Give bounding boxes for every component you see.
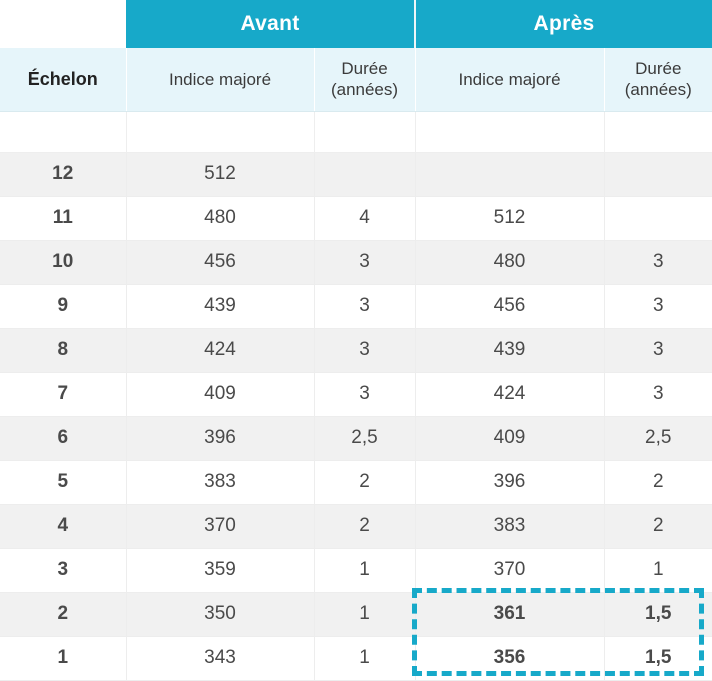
cell-indice-majore-apres: 512 (415, 196, 605, 241)
cell-echelon: 7 (0, 372, 127, 417)
table-row: 4 370 2 383 2 (0, 504, 712, 549)
table-row: 10 456 3 480 3 (0, 240, 712, 285)
cell-indice-majore-avant: 350 (126, 592, 315, 637)
table-row: 7 409 3 424 3 (0, 372, 712, 417)
cell-echelon: 1 (0, 636, 127, 681)
column-header-indice-majore-apres: Indice majoré (415, 48, 605, 112)
cell-duree-apres: 1 (604, 548, 712, 593)
group-header-row: Avant Après (0, 0, 712, 48)
cell-indice-majore-avant: 343 (126, 636, 315, 681)
table-row: 11 480 4 512 (0, 196, 712, 241)
cell-indice-majore-avant: 480 (126, 196, 315, 241)
column-header-row: Échelon Indice majoré Durée (années) Ind… (0, 48, 712, 112)
cell-indice-majore-avant: 409 (126, 372, 315, 417)
cell-duree-avant (314, 152, 416, 197)
spacer-cell-indice-apres (415, 111, 605, 153)
table-body: 12 512 11 480 4 512 10 456 3 480 3 9 439 3 456 3 8 424 3 43… (0, 111, 712, 681)
table-row: 5 383 2 396 2 (0, 460, 712, 505)
column-header-duree-avant: Durée (années) (314, 48, 416, 112)
cell-echelon: 6 (0, 416, 127, 461)
cell-echelon: 12 (0, 152, 127, 197)
cell-indice-majore-apres: 456 (415, 284, 605, 329)
table-row: 8 424 3 439 3 (0, 328, 712, 373)
table-row: 12 512 (0, 152, 712, 197)
column-header-indice-majore-avant: Indice majoré (126, 48, 315, 112)
column-header-echelon: Échelon (0, 48, 127, 112)
cell-indice-majore-apres (415, 152, 605, 197)
cell-indice-majore-avant: 359 (126, 548, 315, 593)
cell-duree-avant: 3 (314, 328, 416, 373)
column-header-duree-apres-line1: Durée (635, 59, 682, 78)
cell-echelon: 4 (0, 504, 127, 549)
table-row: 6 396 2,5 409 2,5 (0, 416, 712, 461)
cell-duree-apres: 3 (604, 372, 712, 417)
cell-indice-majore-apres: 370 (415, 548, 605, 593)
cell-duree-apres (604, 196, 712, 241)
cell-indice-majore-avant: 512 (126, 152, 315, 197)
comparison-table-container: Avant Après Échelon Indice majoré Durée … (0, 0, 712, 681)
cell-duree-apres: 3 (604, 328, 712, 373)
group-header-apres: Après (414, 0, 712, 48)
cell-indice-majore-avant: 370 (126, 504, 315, 549)
cell-indice-majore-apres: 439 (415, 328, 605, 373)
cell-duree-apres: 3 (604, 284, 712, 329)
spacer-cell-indice-avant (126, 111, 315, 153)
cell-duree-apres: 2 (604, 504, 712, 549)
cell-echelon: 5 (0, 460, 127, 505)
cell-indice-majore-apres: 361 (415, 592, 605, 637)
table-row: 1 343 1 356 1,5 (0, 636, 712, 681)
group-header-blank-cell (0, 0, 126, 48)
spacer-cell-echelon (0, 111, 127, 153)
cell-indice-majore-avant: 424 (126, 328, 315, 373)
cell-duree-apres: 2,5 (604, 416, 712, 461)
cell-duree-avant: 3 (314, 372, 416, 417)
echelon-comparison-table: Avant Après Échelon Indice majoré Durée … (0, 0, 712, 681)
column-header-duree-avant-line2: (années) (330, 80, 399, 100)
cell-duree-avant: 2,5 (314, 416, 416, 461)
table-header: Avant Après Échelon Indice majoré Durée … (0, 0, 712, 112)
cell-duree-avant: 1 (314, 548, 416, 593)
cell-duree-avant: 2 (314, 460, 416, 505)
cell-indice-majore-avant: 383 (126, 460, 315, 505)
cell-indice-majore-avant: 396 (126, 416, 315, 461)
cell-duree-apres: 2 (604, 460, 712, 505)
table-row: 2 350 1 361 1,5 (0, 592, 712, 637)
cell-duree-avant: 1 (314, 636, 416, 681)
cell-indice-majore-avant: 456 (126, 240, 315, 285)
cell-indice-majore-apres: 356 (415, 636, 605, 681)
cell-indice-majore-avant: 439 (126, 284, 315, 329)
cell-indice-majore-apres: 396 (415, 460, 605, 505)
cell-duree-apres (604, 152, 712, 197)
cell-indice-majore-apres: 383 (415, 504, 605, 549)
cell-echelon: 9 (0, 284, 127, 329)
cell-echelon: 3 (0, 548, 127, 593)
column-header-duree-apres-line2: (années) (624, 80, 692, 100)
cell-duree-apres: 3 (604, 240, 712, 285)
column-header-duree-avant-line1: Durée (341, 59, 388, 78)
table-row: 3 359 1 370 1 (0, 548, 712, 593)
cell-echelon: 2 (0, 592, 127, 637)
cell-duree-avant: 3 (314, 284, 416, 329)
cell-duree-apres: 1,5 (604, 592, 712, 637)
table-row: 9 439 3 456 3 (0, 284, 712, 329)
cell-duree-avant: 1 (314, 592, 416, 637)
spacer-row (0, 111, 712, 153)
cell-echelon: 10 (0, 240, 127, 285)
cell-indice-majore-apres: 480 (415, 240, 605, 285)
cell-echelon: 8 (0, 328, 127, 373)
group-header-avant: Avant (126, 0, 416, 48)
cell-indice-majore-apres: 409 (415, 416, 605, 461)
cell-duree-avant: 2 (314, 504, 416, 549)
cell-indice-majore-apres: 424 (415, 372, 605, 417)
spacer-cell-duree-apres (604, 111, 712, 153)
cell-duree-avant: 3 (314, 240, 416, 285)
spacer-cell-duree-avant (314, 111, 416, 153)
cell-duree-avant: 4 (314, 196, 416, 241)
column-header-duree-apres: Durée (années) (604, 48, 712, 112)
cell-echelon: 11 (0, 196, 127, 241)
cell-duree-apres: 1,5 (604, 636, 712, 681)
